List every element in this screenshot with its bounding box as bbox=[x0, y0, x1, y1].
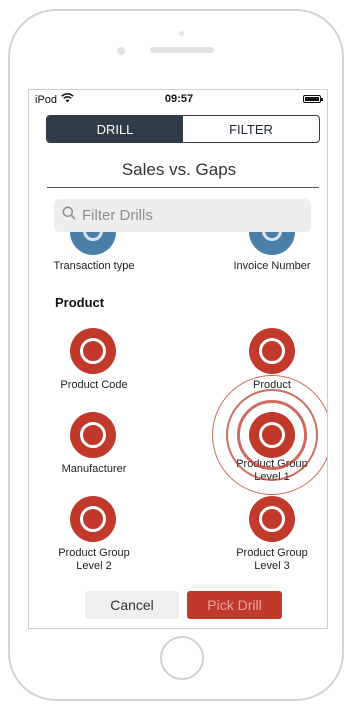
transaction-type-icon[interactable] bbox=[70, 232, 116, 255]
drill-item-label[interactable]: Manufacturer bbox=[34, 463, 154, 476]
product-code-icon[interactable] bbox=[70, 328, 116, 374]
product-group-level-3-icon[interactable] bbox=[249, 496, 295, 542]
drill-item-label[interactable]: Product Code bbox=[34, 379, 154, 392]
drill-list: Transaction type Invoice Number Product … bbox=[29, 232, 327, 587]
search-input[interactable] bbox=[82, 207, 282, 224]
drill-filter-toggle: DRILL FILTER bbox=[46, 115, 320, 143]
drill-item-label[interactable]: Product Group Level 1 bbox=[226, 458, 318, 484]
home-button[interactable] bbox=[160, 636, 204, 680]
product-group-level-2-icon[interactable] bbox=[70, 496, 116, 542]
status-bar: iPod 09:57 bbox=[29, 90, 327, 110]
search-bar[interactable] bbox=[54, 199, 311, 232]
drill-item-label[interactable]: Transaction type bbox=[34, 260, 154, 273]
product-group-level-1-icon[interactable] bbox=[249, 412, 295, 458]
title-divider bbox=[47, 187, 319, 188]
tab-drill[interactable]: DRILL bbox=[47, 116, 183, 142]
app-screen: iPod 09:57 DRILL FILTER Sales vs. Gaps F… bbox=[28, 89, 328, 629]
page-title: Sales vs. Gaps bbox=[121, 160, 237, 179]
status-time: 09:57 bbox=[164, 93, 194, 105]
drill-item-label[interactable]: Product bbox=[212, 379, 327, 392]
section-header: Product bbox=[55, 295, 105, 310]
search-icon bbox=[62, 206, 82, 225]
manufacturer-icon[interactable] bbox=[70, 412, 116, 458]
cancel-button[interactable]: Cancel bbox=[85, 591, 179, 619]
invoice-number-icon[interactable] bbox=[249, 232, 295, 255]
pick-drill-button[interactable]: Pick Drill bbox=[187, 591, 282, 619]
speaker-grille bbox=[150, 47, 214, 53]
tab-filter[interactable]: FILTER bbox=[183, 116, 319, 142]
drill-item-label[interactable]: Invoice Number bbox=[212, 260, 327, 273]
front-camera bbox=[117, 47, 125, 55]
product-icon[interactable] bbox=[249, 328, 295, 374]
camera-dot bbox=[179, 31, 184, 36]
drill-item-label[interactable]: Product Group Level 2 bbox=[51, 547, 137, 573]
drill-item-label[interactable]: Product Group Level 3 bbox=[229, 547, 315, 573]
battery-icon bbox=[303, 95, 323, 103]
